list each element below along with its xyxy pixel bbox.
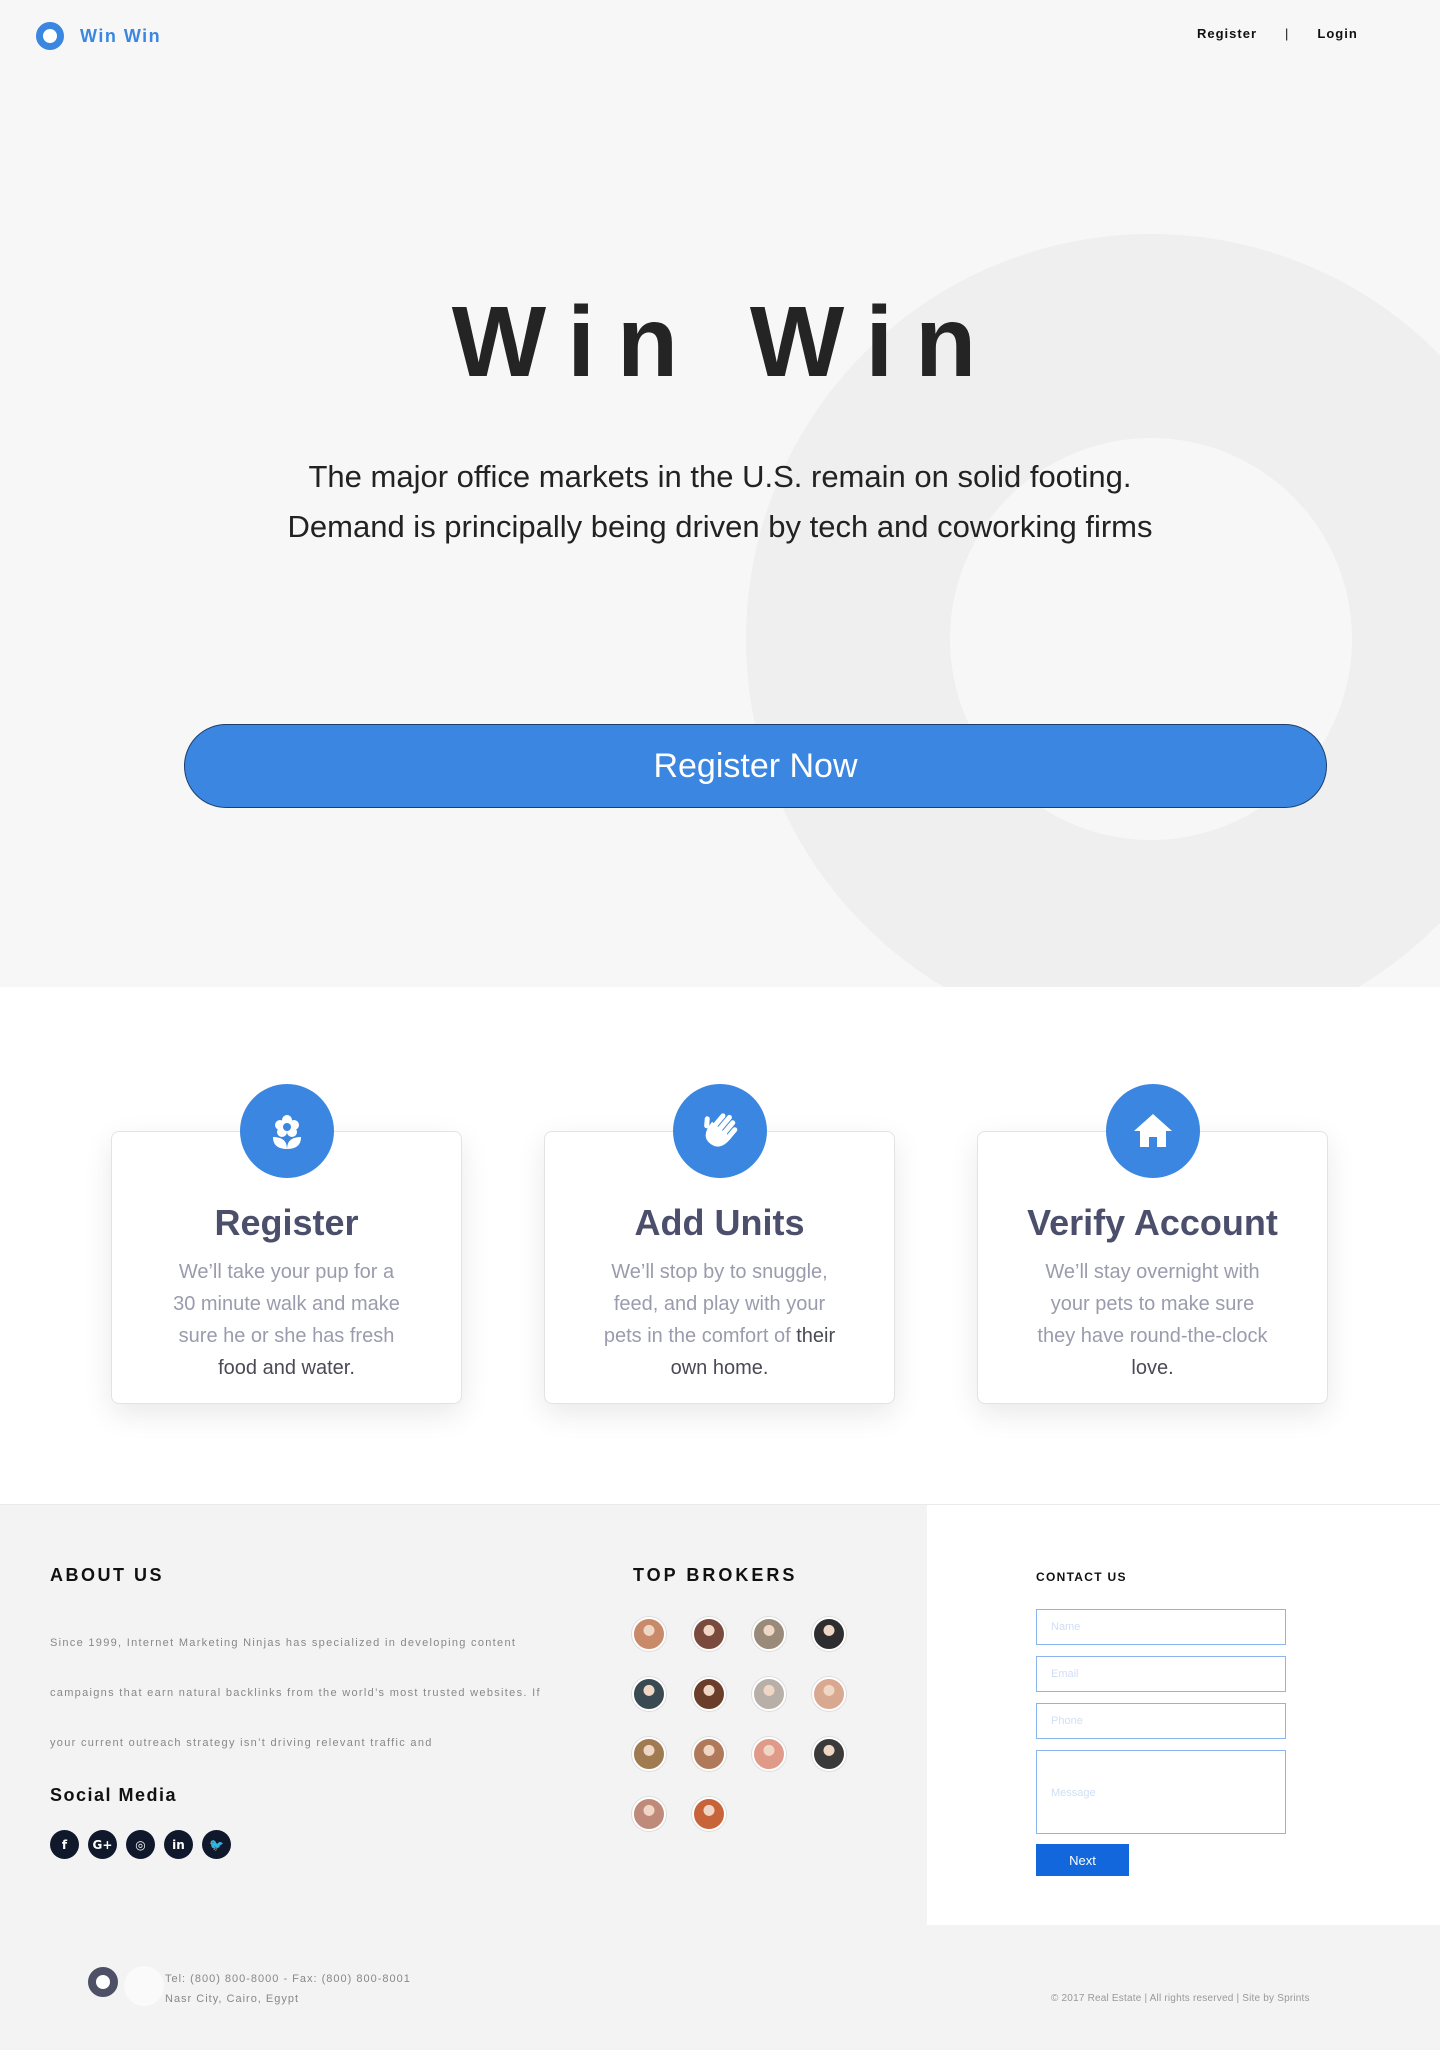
hero-section: Win Win Register | Login Win Win The maj… xyxy=(0,0,1440,987)
hero-subtitle-line-1: The major office markets in the U.S. rem… xyxy=(308,459,1132,494)
feature-card-add-units: Add Units We’ll stop by to snuggle, feed… xyxy=(544,1084,895,1404)
footer-logo-decoration xyxy=(124,1966,164,2006)
broker-avatar[interactable] xyxy=(632,1677,666,1711)
social-heading: Social Media xyxy=(50,1785,178,1805)
message-field[interactable] xyxy=(1036,1750,1286,1834)
nav-register-link[interactable]: Register xyxy=(1197,26,1257,41)
broker-avatar[interactable] xyxy=(752,1677,786,1711)
name-field[interactable] xyxy=(1036,1609,1286,1645)
logo-icon xyxy=(36,22,64,50)
nav-login-link[interactable]: Login xyxy=(1317,26,1357,41)
brand-name: Win Win xyxy=(80,25,162,46)
copyright-text: © 2017 Real Estate | All rights reserved… xyxy=(1051,1993,1310,2004)
twitter-icon[interactable]: 🐦 xyxy=(202,1830,231,1859)
broker-avatar[interactable] xyxy=(692,1617,726,1651)
broker-avatar[interactable] xyxy=(632,1797,666,1831)
footer-contact-info: Tel: (800) 800-8000 - Fax: (800) 800-800… xyxy=(165,1969,411,2009)
feature-description: We’ll stay overnight with your pets to m… xyxy=(1037,1261,1268,1379)
features-section: Register We’ll take your pup for a 30 mi… xyxy=(0,987,1440,1504)
top-nav: Register | Login xyxy=(1197,26,1358,41)
email-field[interactable] xyxy=(1036,1656,1286,1692)
broker-avatar[interactable] xyxy=(812,1677,846,1711)
feature-title: Register xyxy=(214,1202,359,1243)
feature-title: Verify Account xyxy=(1027,1202,1278,1243)
instagram-icon[interactable]: ◎ xyxy=(126,1830,155,1859)
footer-address: Nasr City, Cairo, Egypt xyxy=(165,1993,300,2005)
broker-avatar[interactable] xyxy=(692,1797,726,1831)
hero-subtitle-line-2: Demand is principally being driven by te… xyxy=(287,509,1153,544)
register-now-button[interactable]: Register Now xyxy=(184,724,1327,808)
feature-card-register: Register We’ll take your pup for a 30 mi… xyxy=(111,1084,462,1404)
broker-avatar[interactable] xyxy=(812,1617,846,1651)
nav-separator: | xyxy=(1285,26,1290,41)
contact-heading: CONTACT US xyxy=(1036,1570,1127,1584)
about-text: Since 1999, Internet Marketing Ninjas ha… xyxy=(50,1637,541,1749)
feature-description: We’ll stop by to snuggle, feed, and play… xyxy=(603,1261,836,1379)
broker-avatar[interactable] xyxy=(692,1737,726,1771)
contact-section: CONTACT US Next xyxy=(927,1504,1440,1925)
feature-card-verify-account: Verify Account We’ll stay overnight with… xyxy=(977,1084,1328,1404)
broker-avatar[interactable] xyxy=(752,1617,786,1651)
social-links: f G+ ◎ in 🐦 xyxy=(50,1830,240,1859)
waving-hand-icon xyxy=(673,1084,767,1178)
broker-avatar[interactable] xyxy=(632,1617,666,1651)
broker-avatar[interactable] xyxy=(812,1737,846,1771)
broker-avatar[interactable] xyxy=(632,1737,666,1771)
hero-subtitle: The major office markets in the U.S. rem… xyxy=(0,452,1440,552)
footer-tel: Tel: (800) 800-8000 - Fax: (800) 800-800… xyxy=(165,1973,411,1985)
linkedin-icon[interactable]: in xyxy=(164,1830,193,1859)
next-button[interactable]: Next xyxy=(1036,1844,1129,1876)
broker-avatar[interactable] xyxy=(692,1677,726,1711)
facebook-icon[interactable]: f xyxy=(50,1830,79,1859)
footer-info: ABOUT US Since 1999, Internet Marketing … xyxy=(0,1504,927,1925)
home-icon xyxy=(1106,1084,1200,1178)
flower-icon xyxy=(240,1084,334,1178)
brokers-heading: TOP BROKERS xyxy=(633,1565,798,1585)
about-heading: ABOUT US xyxy=(50,1565,164,1585)
feature-title: Add Units xyxy=(634,1202,805,1243)
bottom-footer: Tel: (800) 800-8000 - Fax: (800) 800-800… xyxy=(0,1925,1440,2050)
phone-field[interactable] xyxy=(1036,1703,1286,1739)
broker-avatar[interactable] xyxy=(752,1737,786,1771)
google-plus-icon[interactable]: G+ xyxy=(88,1830,117,1859)
footer-logo-icon xyxy=(88,1967,118,1997)
hero-title: Win Win xyxy=(451,286,999,398)
feature-description: We’ll take your pup for a 30 minute walk… xyxy=(173,1261,400,1379)
brand-logo[interactable]: Win Win xyxy=(36,22,161,50)
brokers-grid xyxy=(632,1617,872,1831)
